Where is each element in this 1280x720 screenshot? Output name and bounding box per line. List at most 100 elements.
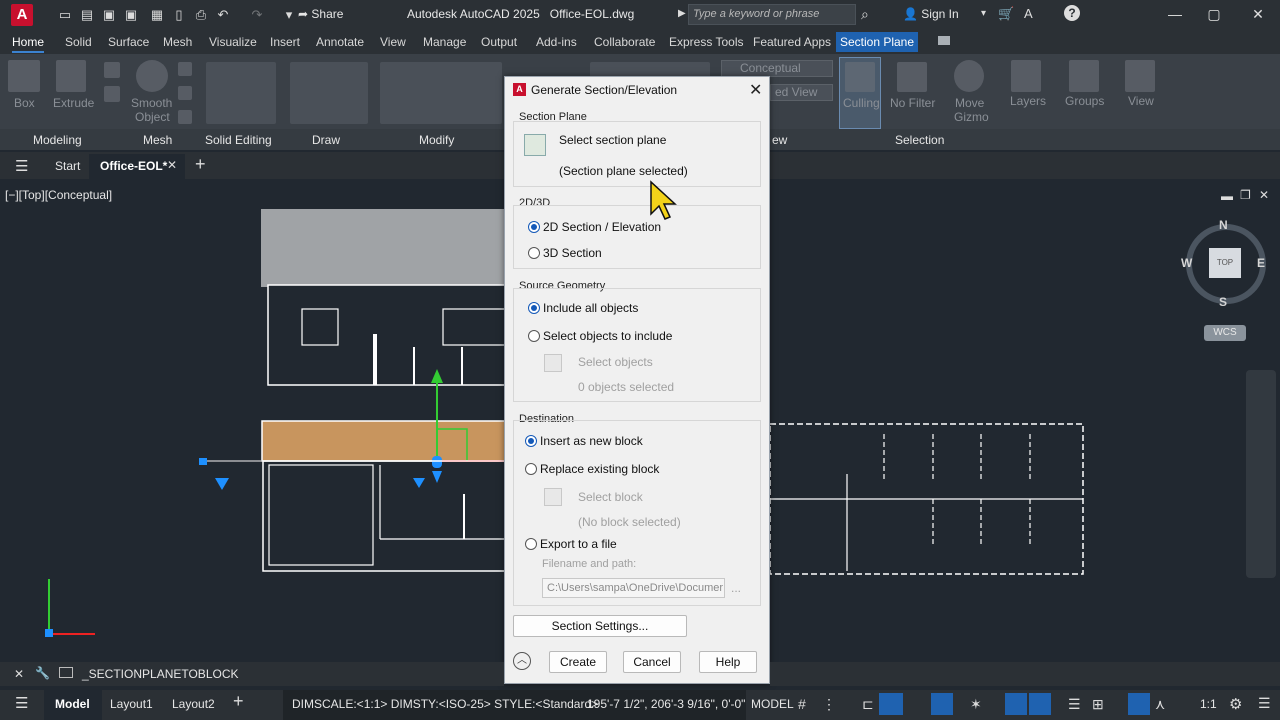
modeling-small-icon[interactable]	[104, 62, 120, 78]
command-line[interactable]	[0, 662, 504, 686]
cancel-button[interactable]: Cancel	[623, 651, 681, 673]
radio-select-objects-label[interactable]: Select objects to include	[543, 329, 672, 343]
radio-3d-section[interactable]	[528, 247, 540, 259]
snap-icon[interactable]: ⋮	[822, 696, 836, 713]
tab-collaborate[interactable]: Collaborate	[594, 35, 655, 49]
open-folder-icon[interactable]: ▤	[80, 7, 94, 22]
extrude-tool[interactable]: Extrude	[53, 96, 94, 110]
close-window-icon[interactable]: ✕	[1248, 5, 1268, 23]
cart-icon[interactable]: 🛒	[998, 6, 1014, 22]
filter-icon[interactable]	[897, 62, 927, 92]
autocad-logo-icon[interactable]: A	[11, 4, 33, 26]
tab-output[interactable]: Output	[481, 35, 517, 49]
minimize-icon[interactable]: —	[1165, 5, 1185, 23]
undo-icon[interactable]: ↶	[216, 7, 230, 22]
polar-tracking-button[interactable]	[879, 693, 903, 715]
visual-style-dropdown[interactable]: Conceptual	[721, 60, 833, 77]
viewcube-top-face[interactable]: TOP	[1209, 248, 1241, 278]
tab-home[interactable]: Home	[12, 35, 45, 53]
ortho-icon[interactable]: ⊏	[862, 696, 874, 713]
dialog-close-icon[interactable]: ✕	[749, 80, 762, 100]
properties-icon[interactable]: ☰	[1068, 696, 1081, 713]
tab-view[interactable]: View	[380, 35, 406, 49]
navigation-bar[interactable]	[1246, 370, 1276, 578]
model-space-toggle[interactable]: MODEL	[751, 697, 794, 711]
tab-manage[interactable]: Manage	[423, 35, 466, 49]
scale-readout[interactable]: 1:1	[1200, 697, 1217, 711]
collapse-chevron-icon[interactable]: ︿	[513, 652, 531, 670]
settings-gear-icon[interactable]: ⚙	[1229, 695, 1242, 713]
radio-insert-new-block-label[interactable]: Insert as new block	[540, 434, 643, 448]
smooth-object-icon[interactable]	[136, 60, 168, 92]
layout2-tab[interactable]: Layout2	[172, 697, 215, 711]
tab-add-ins[interactable]: Add-ins	[536, 35, 577, 49]
new-file-icon[interactable]: ▭	[58, 7, 72, 22]
tab-express-tools[interactable]: Express Tools	[669, 35, 743, 49]
search-input[interactable]: Type a keyword or phrase	[688, 4, 856, 25]
radio-2d-section-label[interactable]: 2D Section / Elevation	[543, 220, 661, 234]
create-button[interactable]: Create	[549, 651, 607, 673]
isometric-icon[interactable]: ✶	[970, 696, 982, 713]
extrude-icon[interactable]	[56, 60, 86, 92]
compass-south[interactable]: S	[1219, 295, 1227, 309]
layout1-tab[interactable]: Layout1	[110, 697, 153, 711]
search-icon[interactable]: ⌕	[861, 6, 869, 23]
radio-replace-block-label[interactable]: Replace existing block	[540, 462, 659, 476]
radio-include-all[interactable]	[528, 302, 540, 314]
search-expand-icon[interactable]: ▶	[678, 8, 686, 19]
view-tool[interactable]: View	[1128, 94, 1154, 108]
tab-mesh[interactable]: Mesh	[163, 35, 192, 49]
tab-section-plane[interactable]: Section Plane	[836, 32, 918, 52]
customization-menu-icon[interactable]: ☰	[1258, 695, 1271, 712]
section-settings-button[interactable]: Section Settings...	[513, 615, 687, 637]
radio-select-objects[interactable]	[528, 330, 540, 342]
move-gizmo-tool[interactable]: Move	[955, 96, 984, 110]
save-icon[interactable]: ▣	[102, 7, 116, 22]
panel-solid-editing[interactable]: Solid Editing	[205, 133, 272, 147]
select-section-plane-icon[interactable]	[524, 134, 546, 156]
mesh-small-icon-3[interactable]	[178, 110, 192, 124]
box-tool[interactable]: Box	[14, 96, 35, 110]
plot-icon[interactable]: ▯	[172, 7, 186, 22]
new-tab-icon[interactable]: +	[195, 154, 206, 175]
radio-insert-new-block[interactable]	[525, 435, 537, 447]
compass-north[interactable]: N	[1219, 218, 1228, 232]
command-text[interactable]: _SECTIONPLANETOBLOCK	[82, 667, 239, 681]
radio-2d-section[interactable]	[528, 221, 540, 233]
selection-cycling-button[interactable]	[1029, 693, 1051, 715]
solid-editing-tools-icon[interactable]	[206, 62, 276, 124]
model-tab[interactable]: Model	[55, 697, 90, 711]
panel-view[interactable]: ew	[772, 133, 787, 147]
command-customize-icon[interactable]: 🔧	[35, 666, 50, 680]
compass-east[interactable]: E	[1257, 256, 1265, 270]
lineweight-button[interactable]	[1005, 693, 1027, 715]
annotation-scale-icon[interactable]: ⋏	[1155, 696, 1165, 713]
customize-dropdown-icon[interactable]: ▾	[282, 7, 296, 22]
tab-annotate[interactable]: Annotate	[316, 35, 364, 49]
modeling-small-icon-2[interactable]	[104, 86, 120, 102]
layers-tool[interactable]: Layers	[1010, 94, 1046, 108]
modify-tools-icon[interactable]	[380, 62, 502, 124]
compass-west[interactable]: W	[1181, 256, 1192, 270]
tab-solid[interactable]: Solid	[65, 35, 92, 49]
a360-icon[interactable]: A	[1024, 6, 1033, 21]
panel-modify[interactable]: Modify	[419, 133, 454, 147]
groups-icon[interactable]	[1069, 60, 1099, 92]
mesh-small-icon-1[interactable]	[178, 62, 192, 76]
radio-replace-block[interactable]	[525, 463, 537, 475]
move-gizmo-icon[interactable]	[954, 60, 984, 92]
smooth-object-tool[interactable]: Smooth	[131, 96, 172, 110]
panel-mesh[interactable]: Mesh	[143, 133, 172, 147]
signin-dropdown-icon[interactable]: ▾	[981, 8, 986, 19]
wcs-menu[interactable]: WCS	[1204, 325, 1246, 341]
maximize-icon[interactable]: ▢	[1204, 5, 1224, 23]
radio-include-all-label[interactable]: Include all objects	[543, 301, 638, 315]
save-web-icon[interactable]: ▦	[150, 7, 164, 22]
named-view-dropdown[interactable]: ed View	[770, 84, 833, 101]
print-icon[interactable]: ⎙	[194, 7, 208, 22]
layers-icon[interactable]	[1011, 60, 1041, 92]
redo-icon[interactable]: ↷	[250, 7, 264, 22]
tab-featured-apps[interactable]: Featured Apps	[753, 35, 831, 49]
panel-modeling[interactable]: Modeling	[33, 133, 82, 147]
help-button[interactable]: Help	[699, 651, 757, 673]
